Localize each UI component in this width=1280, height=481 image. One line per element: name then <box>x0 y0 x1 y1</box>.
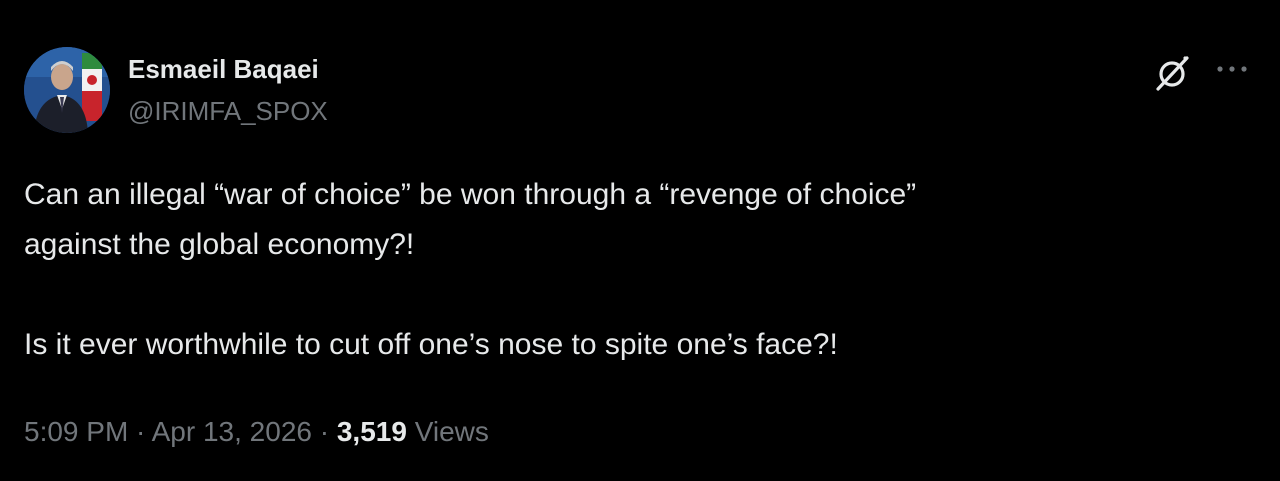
meta-separator: · <box>311 416 337 447</box>
tweet-text-line: Can an illegal “war of choice” be won th… <box>24 178 917 211</box>
avatar-photo <box>24 47 110 133</box>
avatar[interactable] <box>24 47 110 133</box>
meta-separator: · <box>128 416 152 447</box>
tweet-text: Can an illegal “war of choice” be won th… <box>24 170 1244 370</box>
grok-icon[interactable] <box>1152 52 1194 94</box>
tweet-text-line: against the global economy?! <box>24 228 415 261</box>
tweet-date[interactable]: Apr 13, 2026 <box>152 416 312 447</box>
tweet-card: Esmaeil Baqaei @IRIMFA_SPOX Can an illeg… <box>0 0 1280 481</box>
views-count[interactable]: 3,519 <box>337 416 407 447</box>
views-label[interactable]: Views <box>415 416 489 447</box>
tweet-time[interactable]: 5:09 PM <box>24 416 128 447</box>
author-handle[interactable]: @IRIMFA_SPOX <box>128 94 328 128</box>
more-options-icon[interactable] <box>1212 56 1252 86</box>
author-display-name[interactable]: Esmaeil Baqaei <box>128 52 328 86</box>
tweet-text-line: Is it ever worthwhile to cut off one’s n… <box>24 328 838 361</box>
tweet-meta: 5:09 PM · Apr 13, 2026 · 3,519 Views <box>24 414 489 450</box>
author-block: Esmaeil Baqaei @IRIMFA_SPOX <box>128 52 328 128</box>
